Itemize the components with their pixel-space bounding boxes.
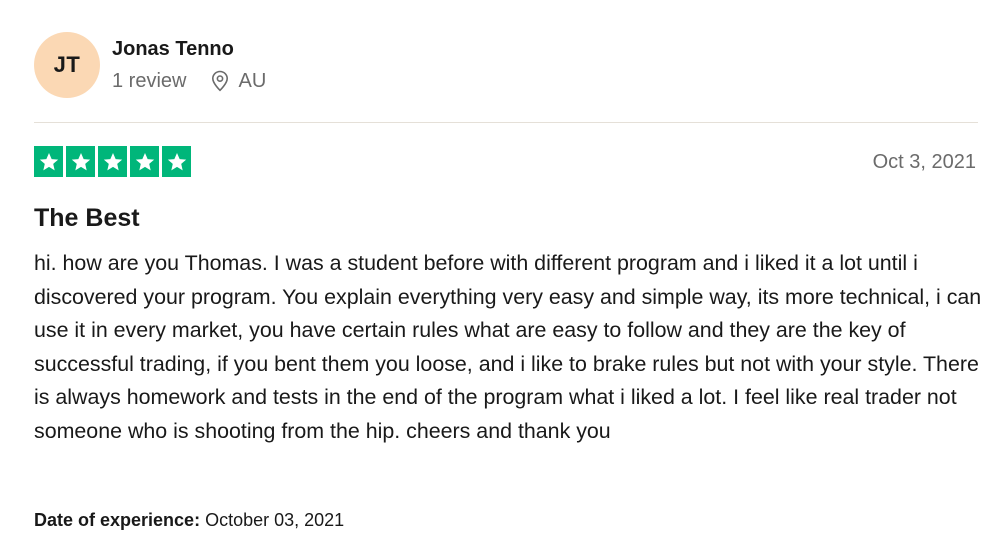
star-icon xyxy=(39,152,58,170)
star-1 xyxy=(34,146,63,177)
location-pin-icon xyxy=(210,70,230,92)
reviewer-meta: 1 review AU xyxy=(112,69,266,93)
reviewer-info: Jonas Tenno 1 review AU xyxy=(112,36,266,93)
star-3 xyxy=(98,146,127,177)
experience-value: October 03, 2021 xyxy=(205,510,345,530)
star-2 xyxy=(66,146,95,177)
star-icon xyxy=(135,152,154,170)
reviewer-name[interactable]: Jonas Tenno xyxy=(112,36,266,62)
star-rating xyxy=(34,146,191,177)
review-title[interactable]: The Best xyxy=(34,202,140,234)
star-4 xyxy=(130,146,159,177)
review-card: JT Jonas Tenno 1 review AU Oct 3, 2021 T… xyxy=(0,0,1008,554)
star-5 xyxy=(162,146,191,177)
star-icon xyxy=(103,152,122,170)
review-count: 1 review xyxy=(112,69,187,92)
reviewer-location: AU xyxy=(238,69,267,92)
review-date: Oct 3, 2021 xyxy=(872,151,976,173)
review-body: hi. how are you Thomas. I was a student … xyxy=(34,251,982,443)
star-icon xyxy=(167,152,186,170)
avatar[interactable]: JT xyxy=(34,32,100,98)
star-icon xyxy=(71,152,90,170)
avatar-initials: JT xyxy=(53,52,81,77)
date-of-experience: Date of experience: October 03, 2021 xyxy=(34,508,344,532)
reviewer-header[interactable]: JT Jonas Tenno 1 review AU xyxy=(34,32,266,98)
experience-label: Date of experience: xyxy=(34,510,201,530)
header-divider xyxy=(34,122,978,123)
